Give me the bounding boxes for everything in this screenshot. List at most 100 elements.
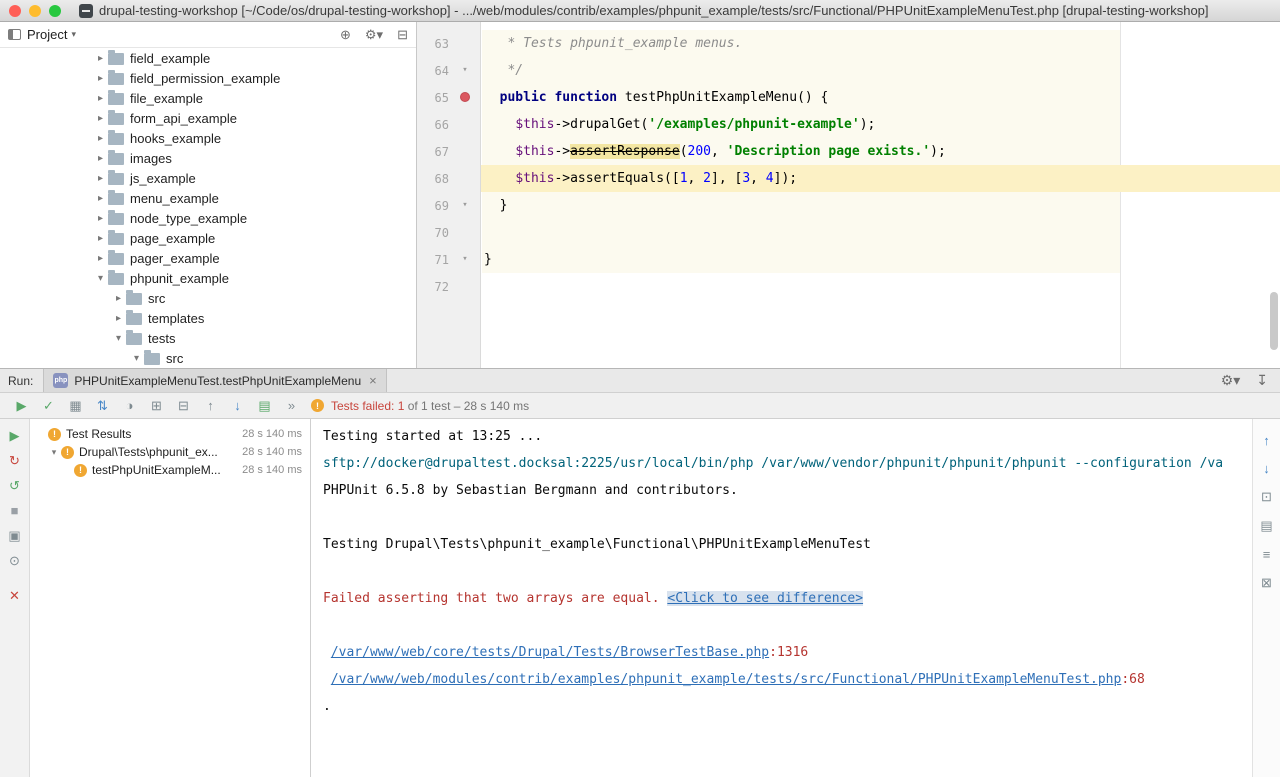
project-tree-item[interactable]: ▸ images — [0, 148, 416, 168]
project-tree-item[interactable]: ▸pager_example — [0, 248, 416, 268]
chevron-down-icon[interactable]: ▾ — [47, 447, 61, 458]
editor-scrollbar[interactable] — [1268, 22, 1280, 368]
chevron-down-icon[interactable]: ▾ — [129, 353, 144, 364]
editor-line[interactable]: 68 $this->assertEquals([1, 2], [3, 4]); — [417, 165, 1280, 192]
editor[interactable]: 63 * Tests phpunit_example menus.64▾ */6… — [417, 22, 1280, 368]
project-item-label: images — [130, 151, 172, 166]
macos-minimize-button[interactable] — [29, 5, 41, 17]
chevron-right-icon[interactable]: ▸ — [93, 133, 108, 144]
editor-gutter: 67 — [417, 138, 481, 165]
close-icon[interactable]: × — [369, 373, 377, 388]
project-tree-item[interactable]: ▸templates — [0, 308, 416, 328]
console-text — [323, 672, 331, 687]
chevron-down-icon[interactable]: ▾ — [71, 29, 76, 40]
console[interactable]: Testing started at 13:25 ...sftp://docke… — [311, 419, 1252, 777]
project-tree-item[interactable]: ▸node_type_example — [0, 208, 416, 228]
editor-line[interactable]: 72 — [417, 273, 1280, 300]
macos-zoom-button[interactable] — [49, 5, 61, 17]
window-title: drupal-testing-workshop [~/Code/os/drupa… — [99, 3, 1209, 18]
export-test-results-icon[interactable]: ⊡ — [1261, 489, 1272, 505]
rerun-test-icon[interactable]: ▶ — [10, 429, 20, 442]
project-tree-item[interactable]: ▸js_example — [0, 168, 416, 188]
editor-line[interactable]: 65 public function testPhpUnitExampleMen… — [417, 84, 1280, 111]
editor-line[interactable]: 71▾} — [417, 246, 1280, 273]
fold-marker-icon[interactable]: ▾ — [449, 246, 481, 273]
stop-process-icon[interactable]: ■ — [11, 504, 19, 517]
folder-icon — [126, 293, 142, 305]
chevron-right-icon[interactable]: ▸ — [93, 73, 108, 84]
chevron-right-icon[interactable]: ▸ — [93, 193, 108, 204]
test-tree-item[interactable]: ▾!Drupal\Tests\phpunit_ex...28 s 140 ms — [30, 443, 310, 461]
settings-gear-icon[interactable]: ⚙▾ — [365, 27, 383, 43]
editor-line[interactable]: 67 $this->assertResponse(200, 'Descripti… — [417, 138, 1280, 165]
chevron-right-icon[interactable]: ▸ — [93, 153, 108, 164]
chevron-right-icon[interactable]: ▸ — [93, 173, 108, 184]
project-tree-item[interactable]: ▸hooks_example — [0, 128, 416, 148]
rerun-failed-tests-icon[interactable]: ↻ — [9, 454, 20, 467]
project-tree-item[interactable]: ▾src — [0, 348, 416, 368]
project-tree-item[interactable]: ▸src — [0, 288, 416, 308]
next-failed-test-icon[interactable]: ↓ — [224, 398, 251, 413]
navigate-next-icon[interactable]: ↓ — [1263, 461, 1270, 476]
settings-gear-icon[interactable]: ⚙▾ — [1221, 372, 1241, 389]
chevron-right-icon[interactable]: ▸ — [93, 233, 108, 244]
editor-line[interactable]: 69▾ } — [417, 192, 1280, 219]
diff-link[interactable]: <Click to see difference> — [667, 591, 863, 606]
file-link[interactable]: /var/www/web/modules/contrib/examples/ph… — [331, 672, 1122, 687]
previous-failed-test-icon[interactable]: ↑ — [197, 398, 224, 413]
fold-marker-icon[interactable]: ▾ — [449, 57, 481, 84]
chevron-right-icon[interactable]: ▸ — [111, 293, 126, 304]
project-tree-item[interactable]: ▾tests — [0, 328, 416, 348]
collapse-all-icon[interactable]: ⊟ — [170, 398, 197, 414]
chevron-right-icon[interactable]: ▸ — [93, 53, 108, 64]
editor-line[interactable]: 63 * Tests phpunit_example menus. — [417, 30, 1280, 57]
test-tree-item[interactable]: !testPhpUnitExampleM...28 s 140 ms — [30, 461, 310, 479]
project-tree-item[interactable]: ▾phpunit_example — [0, 268, 416, 288]
sort-by-duration-icon[interactable]: ◑ — [116, 398, 143, 413]
scroll-from-source-icon[interactable]: ⊕ — [340, 27, 351, 43]
project-tree-item[interactable]: ▸field_example — [0, 48, 416, 68]
show-ignored-icon[interactable]: ▦ — [62, 398, 89, 414]
test-tree-item[interactable]: !Test Results28 s 140 ms — [30, 425, 310, 443]
toggle-auto-test-icon[interactable]: ↺ — [9, 479, 20, 492]
restore-layout-icon[interactable]: ▣ — [8, 529, 20, 542]
editor-line[interactable]: 70 — [417, 219, 1280, 246]
expand-all-icon[interactable]: ⊞ — [143, 398, 170, 414]
file-link[interactable]: /var/www/web/core/tests/Drupal/Tests/Bro… — [331, 645, 769, 660]
close-tab-icon[interactable]: ✕ — [9, 589, 20, 602]
chevron-right-icon[interactable]: ▸ — [93, 213, 108, 224]
editor-line[interactable]: 64▾ */ — [417, 57, 1280, 84]
editor-line[interactable]: 66 $this->drupalGet('/examples/phpunit-e… — [417, 111, 1280, 138]
run-tab[interactable]: php PHPUnitExampleMenuTest.testPhpUnitEx… — [43, 369, 386, 392]
hide-tool-window-icon[interactable]: ↧ — [1256, 372, 1268, 389]
open-in-editor-icon[interactable]: ▤ — [1260, 518, 1272, 534]
more-actions-icon[interactable]: » — [278, 398, 305, 413]
fold-marker-icon[interactable]: ▾ — [449, 192, 481, 219]
chevron-right-icon[interactable]: ▸ — [93, 253, 108, 264]
project-tree-item[interactable]: ▸page_example — [0, 228, 416, 248]
show-passed-icon[interactable]: ✓ — [35, 398, 62, 414]
scroll-to-end-icon[interactable]: ≡ — [1263, 547, 1271, 562]
chevron-down-icon[interactable]: ▾ — [93, 273, 108, 284]
project-panel-title[interactable]: Project — [27, 27, 67, 42]
rerun-tests-icon[interactable]: ▶ — [8, 398, 35, 414]
hide-tool-window-icon[interactable]: ⊟ — [397, 27, 408, 43]
chevron-down-icon[interactable]: ▾ — [111, 333, 126, 344]
macos-close-button[interactable] — [9, 5, 21, 17]
chevron-right-icon[interactable]: ▸ — [111, 313, 126, 324]
sort-alphabetically-icon[interactable]: ⇅ — [89, 398, 116, 414]
line-number: 69 — [417, 199, 449, 213]
chevron-right-icon[interactable]: ▸ — [93, 93, 108, 104]
project-tree-item[interactable]: ▸field_permission_example — [0, 68, 416, 88]
navigate-previous-icon[interactable]: ↑ — [1263, 433, 1270, 448]
test-history-icon[interactable]: ▤ — [251, 398, 278, 414]
project-tree-item[interactable]: ▸menu_example — [0, 188, 416, 208]
editor-scrollbar-thumb[interactable] — [1270, 292, 1278, 350]
clear-console-icon[interactable]: ⊠ — [1261, 575, 1272, 591]
pin-tab-icon[interactable]: ⊙ — [9, 554, 20, 567]
chevron-right-icon[interactable]: ▸ — [93, 113, 108, 124]
project-tree-item[interactable]: ▸file_example — [0, 88, 416, 108]
test-failed-gutter-icon[interactable] — [460, 92, 470, 102]
console-text: Testing started at 13:25 ... — [323, 429, 542, 444]
project-tree-item[interactable]: ▸form_api_example — [0, 108, 416, 128]
